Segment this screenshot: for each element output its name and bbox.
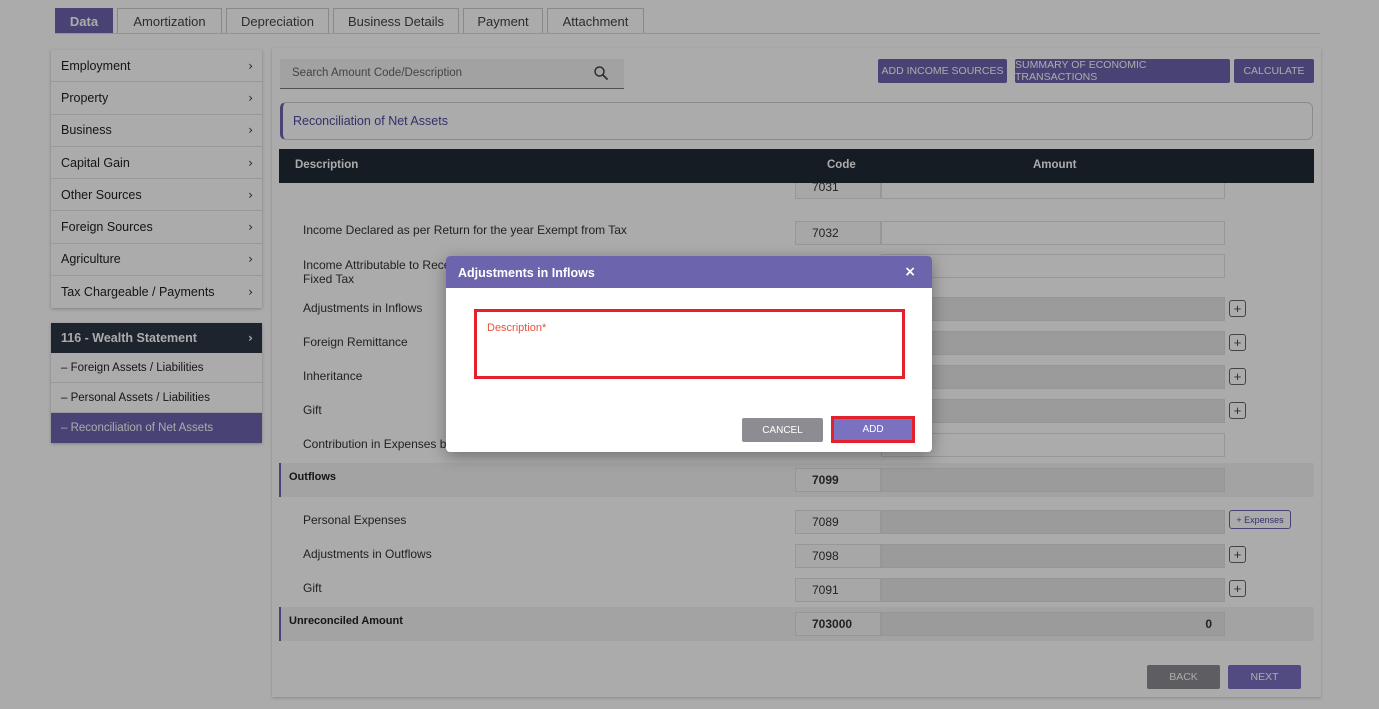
dialog-header: Adjustments in Inflows × xyxy=(446,256,932,288)
adjustments-inflows-dialog: Adjustments in Inflows × Description* CA… xyxy=(446,256,932,452)
close-icon[interactable]: × xyxy=(904,264,916,280)
description-field[interactable]: Description* xyxy=(474,309,905,379)
cancel-button[interactable]: CANCEL xyxy=(742,418,823,442)
description-label: Description* xyxy=(487,322,547,334)
add-button[interactable]: ADD xyxy=(834,419,912,440)
dialog-title: Adjustments in Inflows xyxy=(458,266,595,280)
